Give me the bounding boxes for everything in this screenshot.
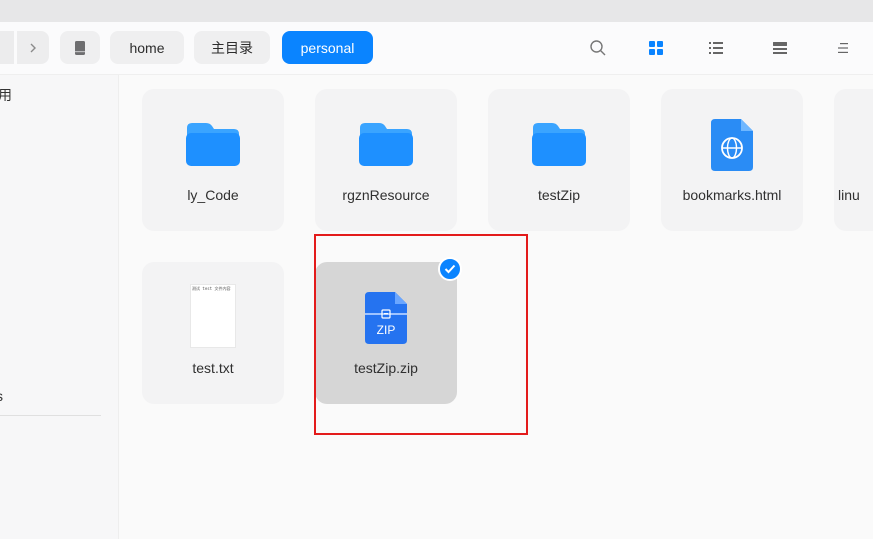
breadcrumb-home[interactable]: home <box>110 31 184 64</box>
file-item-testzip-folder[interactable]: testZip <box>488 89 630 231</box>
file-item-testzip-zip[interactable]: ZIP testZip.zip <box>315 257 462 404</box>
sidebar-item-label[interactable]: 用 <box>0 85 12 105</box>
file-name: test.txt <box>192 360 234 376</box>
file-grid: ly_Code rgznResource testZip bookmarks.h… <box>119 75 873 539</box>
breadcrumb-disk[interactable] <box>60 31 100 64</box>
detail-view-button[interactable] <box>769 37 791 59</box>
file-manager-window: home 主目录 personal 用 ly_Code rgznResource… <box>0 0 873 539</box>
file-name: bookmarks.html <box>682 187 782 203</box>
breadcrumb-main-directory[interactable]: 主目录 <box>194 31 270 64</box>
file-name: testZip.zip <box>354 360 418 376</box>
zip-file-icon: ZIP <box>363 290 409 351</box>
list-view-button[interactable] <box>705 37 727 59</box>
chevron-right-icon <box>30 43 36 52</box>
search-button[interactable] <box>587 37 609 59</box>
folder-icon <box>357 120 415 173</box>
text-preview: 测试 test 文件内容 <box>192 286 231 291</box>
grid-view-button[interactable] <box>645 37 667 59</box>
file-name: testZip <box>537 187 580 203</box>
folder-icon <box>184 120 242 173</box>
sidebar-item-label[interactable]: s <box>0 388 3 404</box>
breadcrumb-personal[interactable]: personal <box>282 31 373 64</box>
file-item-rgznresource[interactable]: rgznResource <box>315 89 457 231</box>
selected-check-icon <box>438 257 462 281</box>
disk-icon <box>75 40 85 55</box>
back-button[interactable] <box>0 31 14 64</box>
file-item-ly-code[interactable]: ly_Code <box>142 89 284 231</box>
zip-badge-text: ZIP <box>376 323 396 337</box>
forward-button[interactable] <box>17 31 49 64</box>
file-item-partial[interactable]: linu <box>834 89 873 231</box>
title-bar <box>0 0 873 22</box>
file-name: ly_Code <box>187 187 239 203</box>
search-icon <box>590 40 606 56</box>
grid-view-icon <box>649 41 663 55</box>
file-item-test-txt[interactable]: 测试 test 文件内容 test.txt <box>142 262 284 404</box>
file-item-bookmarks-html[interactable]: bookmarks.html <box>661 89 803 231</box>
menu-icon <box>838 43 848 53</box>
sidebar-divider <box>0 415 101 416</box>
menu-button[interactable] <box>832 37 854 59</box>
detail-view-icon <box>773 42 787 54</box>
text-file-icon: 测试 test 文件内容 <box>190 284 236 348</box>
file-name: rgznResource <box>342 187 430 203</box>
sidebar: 用 t s t t t <box>0 75 119 539</box>
toolbar: home 主目录 personal <box>0 22 873 75</box>
file-name: linu <box>838 187 860 203</box>
folder-icon <box>530 120 588 173</box>
list-view-icon <box>709 42 723 54</box>
html-file-icon <box>709 117 755 178</box>
